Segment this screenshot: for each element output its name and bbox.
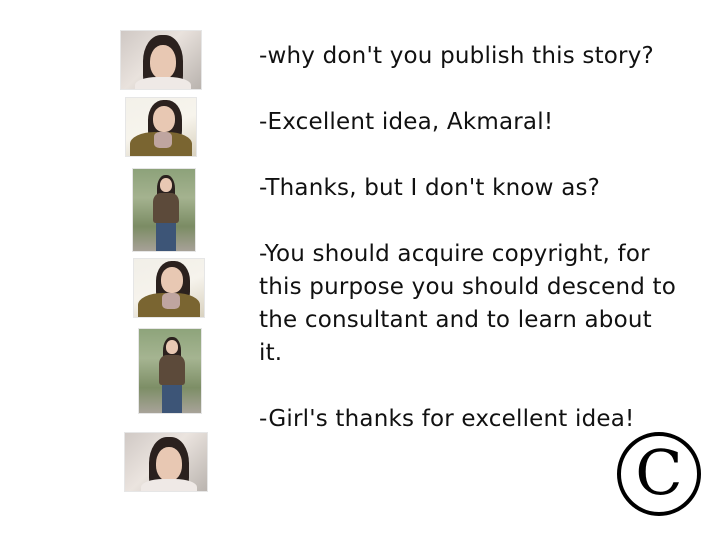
face-shape	[161, 267, 183, 293]
photo-selfie-1	[120, 30, 202, 90]
dialog-line-excellent-idea: -Excellent idea, Akmaral!	[259, 109, 554, 135]
scarf-shape	[154, 132, 172, 148]
face-shape	[156, 447, 182, 481]
top-shape	[153, 193, 179, 223]
face-shape	[166, 340, 178, 354]
dialog-line-publish-question: -why don't you publish this story?	[259, 43, 654, 69]
copyright-letter: C	[635, 436, 683, 509]
dialog-line-thanks: -Thanks, but I don't know as?	[259, 175, 601, 201]
dialog-line-copyright-advice: -You should acquire copyright, for this …	[259, 241, 677, 366]
dialog-text: -why don't you publish this story? -Exce…	[259, 40, 679, 436]
jeans-shape	[162, 385, 182, 413]
shirt-shape	[135, 77, 191, 89]
dialog-line-girls-thanks: -Girl's thanks for excellent idea!	[259, 406, 635, 432]
photo-portrait-1	[125, 97, 197, 157]
photo-selfie-2	[124, 432, 208, 492]
top-shape	[159, 355, 185, 385]
photo-park-1	[132, 168, 196, 252]
shirt-shape	[141, 479, 197, 491]
face-shape	[160, 178, 172, 192]
face-shape	[153, 106, 175, 132]
photo-park-2	[138, 328, 202, 414]
slide: -why don't you publish this story? -Exce…	[0, 0, 720, 540]
scarf-shape	[162, 293, 180, 309]
photo-portrait-2	[133, 258, 205, 318]
copyright-icon: C	[617, 432, 701, 516]
face-shape	[150, 45, 176, 79]
jeans-shape	[156, 223, 176, 251]
